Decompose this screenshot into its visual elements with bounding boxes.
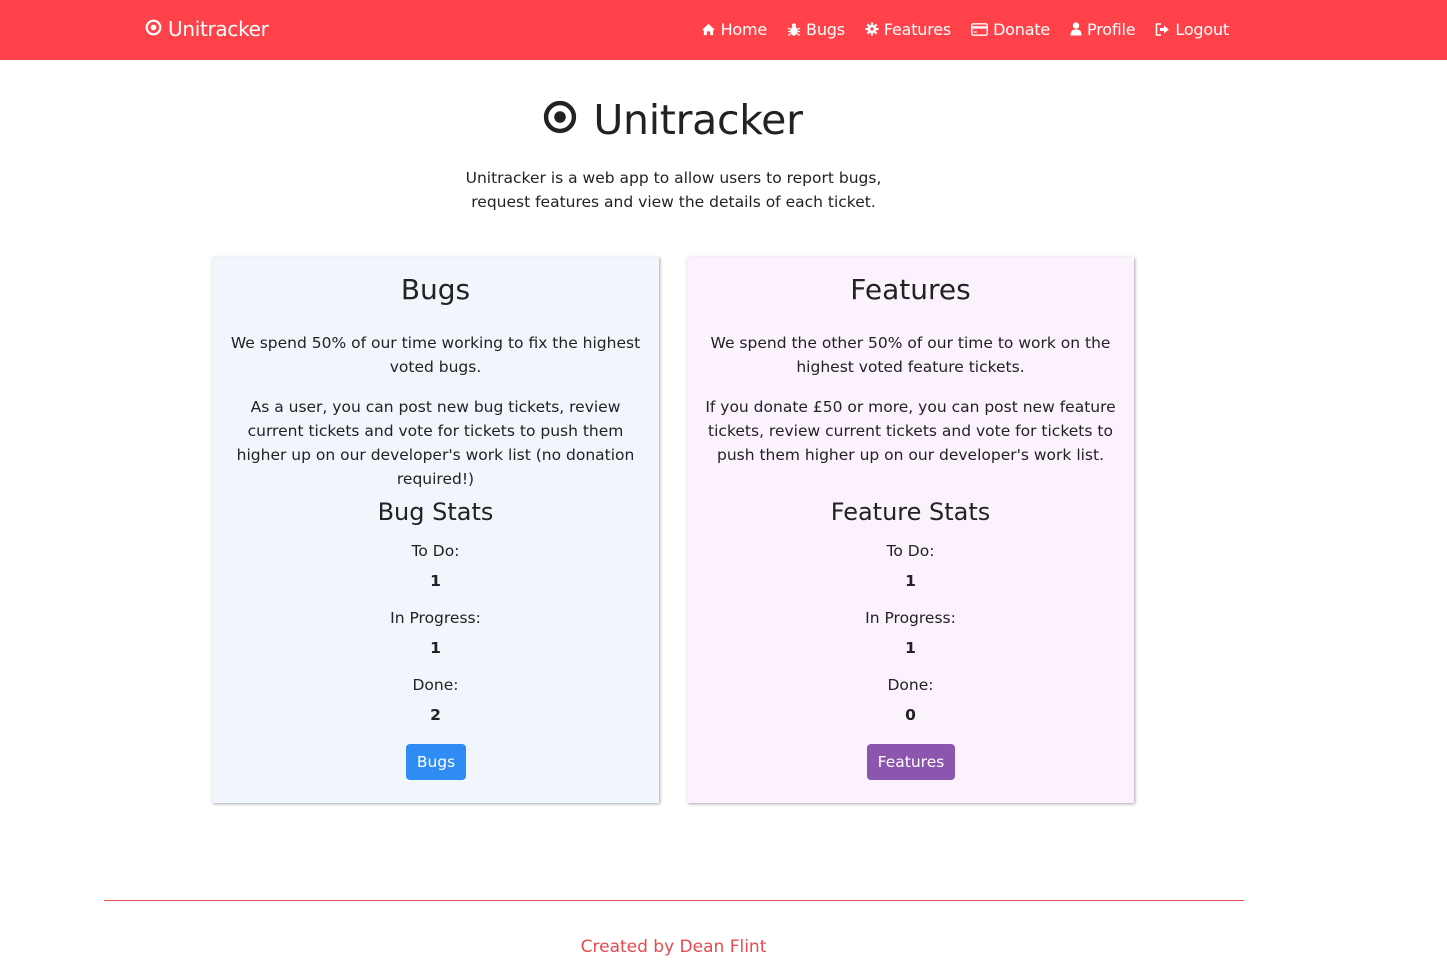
bugs-card-paragraph-2: As a user, you can post new bug tickets,…: [236, 398, 635, 488]
features-button[interactable]: Features: [867, 744, 955, 780]
bugs-card-paragraph-1: We spend 50% of our time working to fix …: [230, 334, 641, 376]
features-card-title: Features: [850, 273, 971, 306]
bugs-card: Bugs We spend 50% of our time working to…: [212, 257, 659, 803]
cog-icon: [865, 22, 879, 36]
nav-bugs-label: Bugs: [806, 19, 845, 39]
page-title-label: Unitracker: [593, 96, 803, 144]
navbar: Unitracker Home Bugs Features Donate Pro…: [0, 0, 1447, 60]
logout-icon: [1155, 22, 1170, 36]
nav-profile-label: Profile: [1087, 19, 1136, 39]
nav-features[interactable]: Features: [865, 20, 951, 39]
feature-in-progress-value: 1: [905, 639, 916, 657]
feature-todo-label: To Do:: [886, 542, 935, 560]
nav-home-label: Home: [720, 19, 768, 39]
nav-home[interactable]: Home: [701, 20, 767, 39]
bug-icon: [787, 22, 801, 37]
home-icon: [701, 23, 716, 36]
feature-done-value: 0: [905, 706, 916, 724]
bug-todo-value: 1: [430, 572, 441, 590]
feature-in-progress-label: In Progress:: [865, 609, 956, 627]
nav-logout[interactable]: Logout: [1155, 20, 1229, 39]
nav-features-label: Features: [883, 19, 952, 39]
credit-card-icon: [971, 22, 988, 36]
brand-label: Unitracker: [168, 17, 269, 41]
bug-todo-label: To Do:: [411, 542, 460, 560]
features-card: Features We spend the other 50% of our t…: [687, 257, 1134, 803]
nav-bugs[interactable]: Bugs: [787, 20, 845, 39]
bug-done-label: Done:: [412, 676, 459, 694]
bug-done-value: 2: [430, 706, 441, 724]
features-card-paragraph-1: We spend the other 50% of our time to wo…: [710, 334, 1111, 376]
bug-stats-title: Bug Stats: [377, 498, 494, 526]
bugs-card-title: Bugs: [400, 273, 471, 306]
user-icon: [1070, 22, 1082, 36]
page-title: Unitracker: [0, 96, 1346, 144]
feature-done-label: Done:: [887, 676, 934, 694]
footer-divider: [104, 900, 1244, 901]
nav-logout-label: Logout: [1175, 19, 1229, 39]
nav-links: Home Bugs Features Donate Profile Logout: [701, 17, 1229, 41]
target-icon: [145, 17, 162, 41]
features-card-paragraph-2: If you donate £50 or more, you can post …: [705, 398, 1116, 464]
brand-link[interactable]: Unitracker: [145, 16, 269, 42]
target-icon: [543, 96, 577, 144]
bugs-button[interactable]: Bugs: [406, 744, 466, 780]
bug-in-progress-value: 1: [430, 639, 441, 657]
nav-profile[interactable]: Profile: [1070, 19, 1136, 39]
nav-donate-label: Donate: [993, 19, 1051, 39]
feature-todo-value: 1: [905, 572, 916, 590]
nav-donate[interactable]: Donate: [971, 20, 1050, 39]
footer-credit: Created by Dean Flint: [580, 937, 767, 957]
bug-in-progress-label: In Progress:: [390, 609, 481, 627]
page-description: Unitracker is a web app to allow users t…: [465, 169, 882, 211]
feature-stats-title: Feature Stats: [830, 498, 991, 526]
